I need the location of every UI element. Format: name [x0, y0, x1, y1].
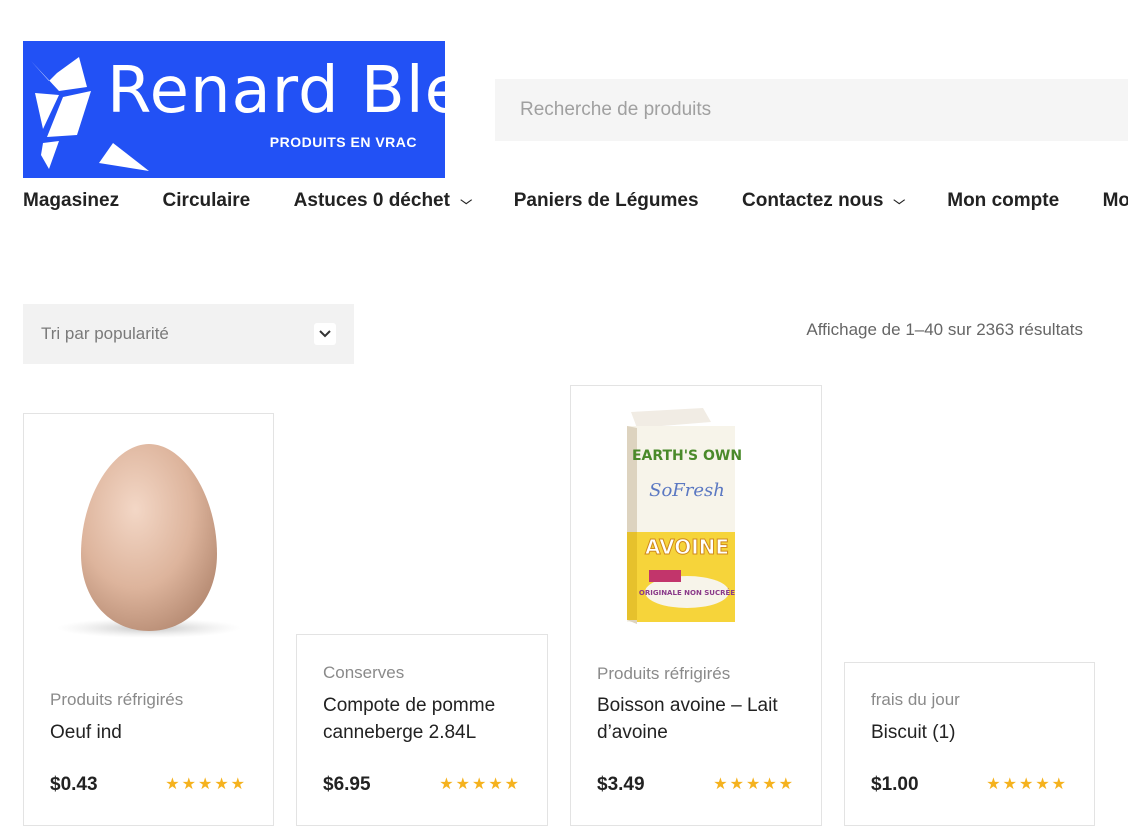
brand-title: Renard Bleu — [107, 54, 445, 128]
product-price: $1.00 — [871, 774, 919, 795]
rating-stars-icon: ★★★★★ — [713, 776, 795, 793]
product-card[interactable]: Produits réfrigirés Oeuf ind $0.43 ★★★★★ — [23, 413, 274, 826]
product-name[interactable]: Biscuit (1) — [871, 719, 1074, 746]
nav-label: Astuces 0 déchet — [293, 190, 450, 211]
search-input[interactable] — [495, 79, 1128, 141]
product-category: Produits réfrigirés — [50, 690, 184, 709]
nav-label: Contactez nous — [742, 190, 884, 211]
product-card[interactable]: frais du jour Biscuit (1) $1.00 ★★★★★ — [844, 662, 1095, 826]
product-category: Produits réfrigirés — [597, 664, 731, 683]
product-name[interactable]: Compote de pomme canneberge 2.84L — [323, 692, 527, 746]
brand-logo[interactable]: Renard Bleu PRODUITS EN VRAC — [23, 41, 445, 178]
sort-select[interactable]: Tri par popularité — [23, 304, 354, 364]
nav-item-contact[interactable]: Contactez nous ⌵ — [742, 190, 906, 212]
product-category: frais du jour — [871, 690, 960, 709]
product-name[interactable]: Oeuf ind — [50, 719, 253, 746]
product-price: $3.49 — [597, 774, 645, 795]
results-count: Affichage de 1–40 sur 2363 résultats — [806, 320, 1083, 339]
nav-item-paniers[interactable]: Paniers de Légumes — [514, 190, 699, 212]
product-card[interactable]: EARTH'S OWN SoFresh AVOINE ORIGINALE NON… — [570, 385, 822, 826]
nav-label: Mon p — [1102, 190, 1128, 211]
product-card[interactable]: Conserves Compote de pomme canneberge 2.… — [296, 634, 548, 826]
nav-label: Mon compte — [947, 190, 1060, 211]
sort-label: Tri par popularité — [41, 324, 169, 343]
product-price: $0.43 — [50, 774, 98, 795]
product-name[interactable]: Boisson avoine – Lait d’avoine — [597, 692, 801, 746]
chevron-down-icon: ⌵ — [460, 194, 472, 207]
product-category: Conserves — [323, 663, 405, 682]
rating-stars-icon: ★★★★★ — [439, 776, 521, 793]
nav-label: Paniers de Légumes — [513, 190, 699, 211]
nav-label: Circulaire — [162, 190, 251, 211]
nav-item-magasinez[interactable]: Magasinez — [23, 190, 119, 212]
carton-product-text: AVOINE — [645, 535, 729, 559]
rating-stars-icon: ★★★★★ — [986, 776, 1068, 793]
nav-label: Magasinez — [23, 190, 120, 211]
nav-item-astuces[interactable]: Astuces 0 déchet ⌵ — [293, 190, 472, 212]
product-image-egg[interactable] — [24, 436, 273, 646]
carton-brand-text: EARTH'S OWN — [632, 448, 742, 464]
product-image-oat-milk[interactable]: EARTH'S OWN SoFresh AVOINE ORIGINALE NON… — [571, 402, 821, 632]
product-price: $6.95 — [323, 774, 371, 795]
nav-item-circulaire[interactable]: Circulaire — [163, 190, 251, 212]
carton-line-text: SoFresh — [649, 480, 725, 501]
chevron-down-icon — [314, 323, 336, 345]
nav-item-mon-panier[interactable]: Mon p — [1103, 190, 1128, 212]
rating-stars-icon: ★★★★★ — [165, 776, 247, 793]
chevron-down-icon: ⌵ — [893, 194, 906, 207]
brand-subtitle: PRODUITS EN VRAC — [269, 134, 417, 150]
nav-item-mon-compte[interactable]: Mon compte — [947, 190, 1059, 212]
carton-flavor-text: ORIGINALE NON SUCRÉE — [639, 588, 735, 597]
main-nav: Magasinez Circulaire Astuces 0 déchet ⌵ P… — [23, 190, 1128, 218]
